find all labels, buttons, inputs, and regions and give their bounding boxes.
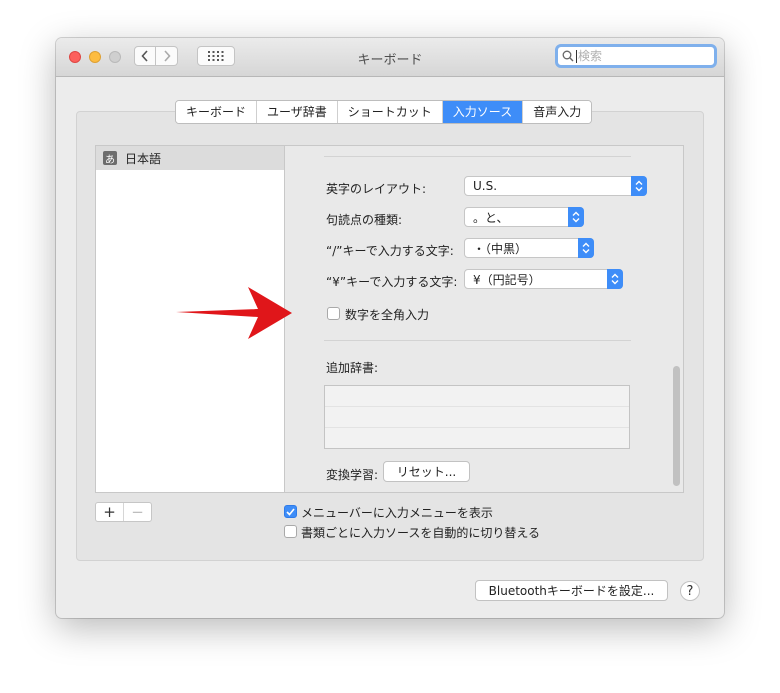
- fullwidth-numbers-checkbox[interactable]: [327, 307, 340, 320]
- show-input-menu-checkbox[interactable]: [284, 505, 297, 518]
- list-row: [325, 407, 629, 428]
- list-item-label: 日本語: [125, 151, 162, 166]
- yen-key-value: ¥（円記号）: [473, 272, 541, 287]
- reset-button[interactable]: リセット...: [383, 461, 470, 482]
- search-icon: [562, 50, 574, 62]
- scrollbar[interactable]: [667, 147, 681, 491]
- setup-bluetooth-keyboard-button[interactable]: Bluetoothキーボードを設定...: [475, 580, 668, 601]
- updown-arrows-icon: [568, 207, 584, 227]
- auto-switch-checkbox[interactable]: [284, 525, 297, 538]
- list-row: [325, 386, 629, 407]
- tab-keyboard[interactable]: キーボード: [176, 101, 258, 123]
- layout-value: U.S.: [473, 179, 498, 193]
- remove-button[interactable]: −: [123, 503, 151, 521]
- punctuation-label: 句読点の種類:: [326, 213, 403, 227]
- input-source-settings: 英字のレイアウト: U.S. 句読点の種類: 。と、 “/”キーで入力する文字:…: [284, 145, 684, 493]
- auto-switch-label: 書類ごとに入力ソースを自動的に切り替える: [301, 526, 541, 540]
- slash-key-value: ・（中黒）: [473, 241, 528, 256]
- additional-dictionaries-label: 追加辞書:: [326, 361, 379, 375]
- slash-key-popup[interactable]: ・（中黒）: [464, 238, 594, 258]
- layout-popup[interactable]: U.S.: [464, 176, 647, 196]
- search-field[interactable]: 検索: [555, 44, 717, 68]
- updown-arrows-icon: [607, 269, 623, 289]
- yen-key-popup[interactable]: ¥（円記号）: [464, 269, 623, 289]
- punctuation-value: 。と、: [473, 210, 509, 225]
- fullwidth-numbers-label: 数字を全角入力: [345, 308, 430, 322]
- help-button[interactable]: ?: [680, 581, 700, 601]
- tab-input-sources[interactable]: 入力ソース: [442, 101, 524, 123]
- conversion-learning-label: 変換学習:: [326, 468, 379, 482]
- divider: [324, 156, 631, 157]
- divider: [324, 340, 631, 341]
- tab-dictation[interactable]: 音声入力: [523, 101, 592, 123]
- add-remove-control: + −: [95, 502, 152, 522]
- updown-arrows-icon: [631, 176, 647, 196]
- keyboard-preferences-window: キーボード 検索 キーボード ユーザ辞書 ショートカット 入力ソース 音声入力 …: [56, 38, 724, 618]
- slash-key-label: “/”キーで入力する文字:: [326, 244, 454, 258]
- additional-dictionaries-list[interactable]: [324, 385, 630, 449]
- title-bar: キーボード 検索: [56, 38, 724, 77]
- add-button[interactable]: +: [96, 503, 123, 521]
- list-item-japanese[interactable]: あ 日本語: [96, 146, 284, 170]
- hiragana-a-icon: あ: [103, 151, 117, 166]
- search-placeholder: 検索: [576, 48, 603, 63]
- layout-label: 英字のレイアウト:: [326, 182, 427, 196]
- red-arrow-annotation-icon: [176, 287, 292, 339]
- punctuation-popup[interactable]: 。と、: [464, 207, 584, 227]
- scrollbar-thumb[interactable]: [673, 366, 680, 486]
- show-input-menu-label: メニューバーに入力メニューを表示: [301, 506, 493, 520]
- checkmark-icon: [286, 507, 295, 516]
- yen-key-label: “¥”キーで入力する文字:: [326, 275, 458, 289]
- tab-user-dictionary[interactable]: ユーザ辞書: [257, 101, 338, 123]
- updown-arrows-icon: [578, 238, 594, 258]
- tab-bar: キーボード ユーザ辞書 ショートカット 入力ソース 音声入力: [175, 100, 593, 124]
- tab-shortcuts[interactable]: ショートカット: [337, 101, 443, 123]
